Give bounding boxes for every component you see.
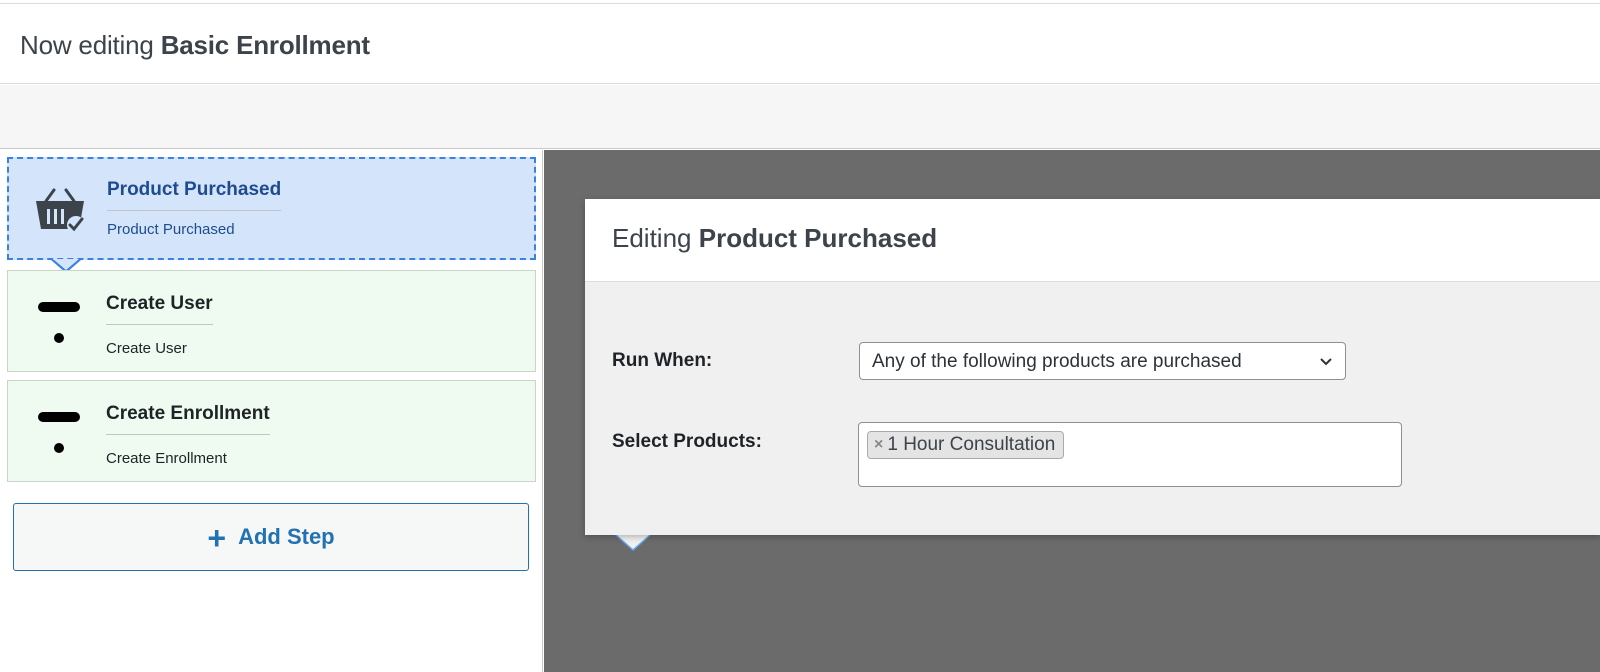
editor-step-name: Product Purchased (698, 223, 938, 253)
step-title: Product Purchased (107, 179, 282, 211)
run-when-value: Any of the following products are purcha… (872, 351, 1242, 372)
add-step-label: Add Step (238, 524, 335, 549)
basket-check-icon (36, 188, 85, 233)
modal-pointer (617, 535, 649, 549)
selected-product-label: 1 Hour Consultation (887, 434, 1056, 455)
selected-product-chip: × 1 Hour Consultation (867, 431, 1065, 459)
step-product-purchased[interactable]: Product Purchased Product Purchased (7, 157, 536, 273)
select-products-label: Select Products: (612, 431, 762, 452)
add-step-button[interactable]: + Add Step (13, 503, 529, 571)
step-title: Create User (106, 293, 213, 325)
run-when-label: Run When: (612, 350, 713, 371)
step-subtitle: Create Enrollment (106, 450, 227, 467)
page-header: Now editing Basic Enrollment (0, 4, 1600, 84)
step-subtitle: Product Purchased (107, 221, 235, 238)
editor-header: Editing Product Purchased (585, 199, 1600, 282)
editor-title: Editing Product Purchased (612, 223, 937, 254)
automation-name: Basic Enrollment (160, 30, 370, 60)
remove-chip-icon[interactable]: × (874, 436, 883, 454)
run-when-select[interactable]: Any of the following products are purcha… (859, 342, 1346, 380)
plus-icon: + (207, 520, 227, 556)
page-title-prefix: Now editing (20, 30, 154, 60)
step-editor-panel: Editing Product Purchased Run When: Any … (585, 199, 1600, 535)
step-subtitle: Create User (106, 340, 187, 357)
step-create-enrollment[interactable]: Create Enrollment Create Enrollment (7, 380, 536, 482)
chevron-down-icon (1320, 358, 1332, 366)
step-create-user[interactable]: Create User Create User (7, 270, 536, 372)
page-title: Now editing Basic Enrollment (20, 30, 370, 61)
steps-sidebar: Product Purchased Product Purchased Crea… (0, 150, 543, 672)
editor-title-prefix: Editing (612, 223, 692, 253)
toolbar (0, 85, 1600, 149)
select-products-field[interactable]: × 1 Hour Consultation (858, 422, 1402, 487)
step-title: Create Enrollment (106, 403, 270, 435)
